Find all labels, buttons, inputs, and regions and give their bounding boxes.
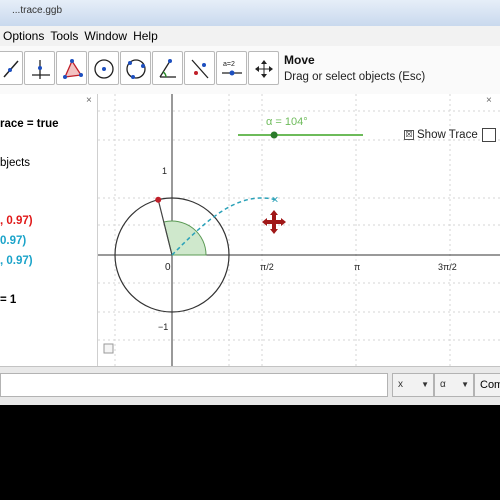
checkbox-icon[interactable]: ☒ (404, 130, 414, 140)
circle-point[interactable] (155, 196, 162, 203)
line-tool-button[interactable] (0, 51, 23, 85)
menu-help[interactable]: Help (130, 26, 161, 43)
graphics-view: × α = 104° 0 1 −1 π/2 π 3π/2 × ☒ Show Tra… (98, 94, 500, 366)
trace-point-marker[interactable]: × (271, 193, 278, 207)
greek-dropdown-value: α (440, 379, 446, 390)
svg-text:a=2: a=2 (223, 61, 235, 68)
perpendicular-line-icon (32, 60, 50, 79)
move-cursor-icon (262, 210, 286, 234)
greek-dropdown[interactable]: α ▼ (434, 373, 474, 397)
menu-window[interactable]: Window (81, 26, 130, 43)
circle-three-points-icon (126, 59, 146, 79)
slider-tool-button[interactable]: a=2 (216, 51, 247, 85)
algebra-item[interactable]: race = true (0, 118, 59, 130)
slider-icon: a=2 (222, 61, 242, 76)
polygon-tool-button[interactable] (56, 51, 87, 85)
symbol-dropdown-value: x (398, 379, 403, 390)
angle-sector (163, 220, 207, 256)
pen-icon[interactable] (481, 128, 496, 142)
algebra-view: × race = true bjects , 0.97) 0.97) , 0.97) = … (0, 94, 98, 366)
circle-tool-button[interactable] (88, 51, 119, 85)
perpendicular-tool-button[interactable] (24, 51, 55, 85)
reflect-tool-button[interactable] (184, 51, 215, 85)
selected-tool-name: Move (284, 53, 315, 67)
input-field[interactable] (0, 373, 388, 397)
selected-tool-hint: Drag or select objects (Esc) (284, 71, 426, 83)
symbol-dropdown[interactable]: x ▼ (392, 373, 434, 397)
show-trace-checkbox[interactable]: ☒ Show Trace (404, 128, 496, 142)
move-graphics-tool-button[interactable] (248, 51, 279, 85)
algebra-item[interactable]: 0.97) (0, 235, 26, 247)
title-bar: ...trace.ggb (0, 0, 500, 27)
view-style-icon[interactable] (103, 343, 114, 354)
move-arrows-icon (255, 60, 273, 78)
circle-center-icon (94, 59, 114, 79)
polygon-icon (63, 59, 83, 79)
algebra-item[interactable]: , 0.97) (0, 215, 33, 227)
y-tick-neg1: −1 (158, 322, 168, 332)
slider-knob[interactable] (270, 131, 278, 139)
x-tick-pi: π (354, 262, 360, 272)
tool-help: Move Drag or select objects (Esc) (284, 53, 425, 83)
dropdown-arrow-icon: ▼ (421, 380, 429, 389)
algebra-item[interactable]: = 1 (0, 294, 16, 306)
menu-tools[interactable]: Tools (47, 26, 81, 43)
reflect-line-icon (191, 59, 209, 79)
menu-options[interactable]: Options (0, 26, 47, 43)
algebra-item[interactable]: bjects (0, 157, 30, 169)
close-graphics-icon[interactable]: × (486, 95, 492, 106)
x-tick-3pi-half: 3π/2 (438, 262, 457, 272)
circle-three-points-tool-button[interactable] (120, 51, 151, 85)
close-algebra-icon[interactable]: × (86, 95, 92, 106)
origin-label: 0 (165, 262, 171, 273)
slider-label: α = 104° (266, 116, 308, 128)
menu-bar: Options Tools Window Help (0, 26, 500, 46)
x-tick-pi-half: π/2 (260, 262, 274, 272)
dropdown-arrow-icon: ▼ (461, 380, 469, 389)
angle-icon (159, 59, 176, 78)
input-bar: x ▼ α ▼ Com (0, 366, 500, 405)
line-icon (3, 60, 19, 78)
window-title: ...trace.ggb (12, 5, 63, 16)
command-dropdown[interactable]: Com (474, 373, 500, 397)
angle-tool-button[interactable] (152, 51, 183, 85)
y-tick-1: 1 (162, 166, 167, 176)
geogebra-window: ...trace.ggb Options Tools Window Help a=2 (0, 0, 500, 405)
show-trace-label: Show Trace (417, 129, 478, 142)
algebra-item[interactable]: , 0.97) (0, 255, 33, 267)
